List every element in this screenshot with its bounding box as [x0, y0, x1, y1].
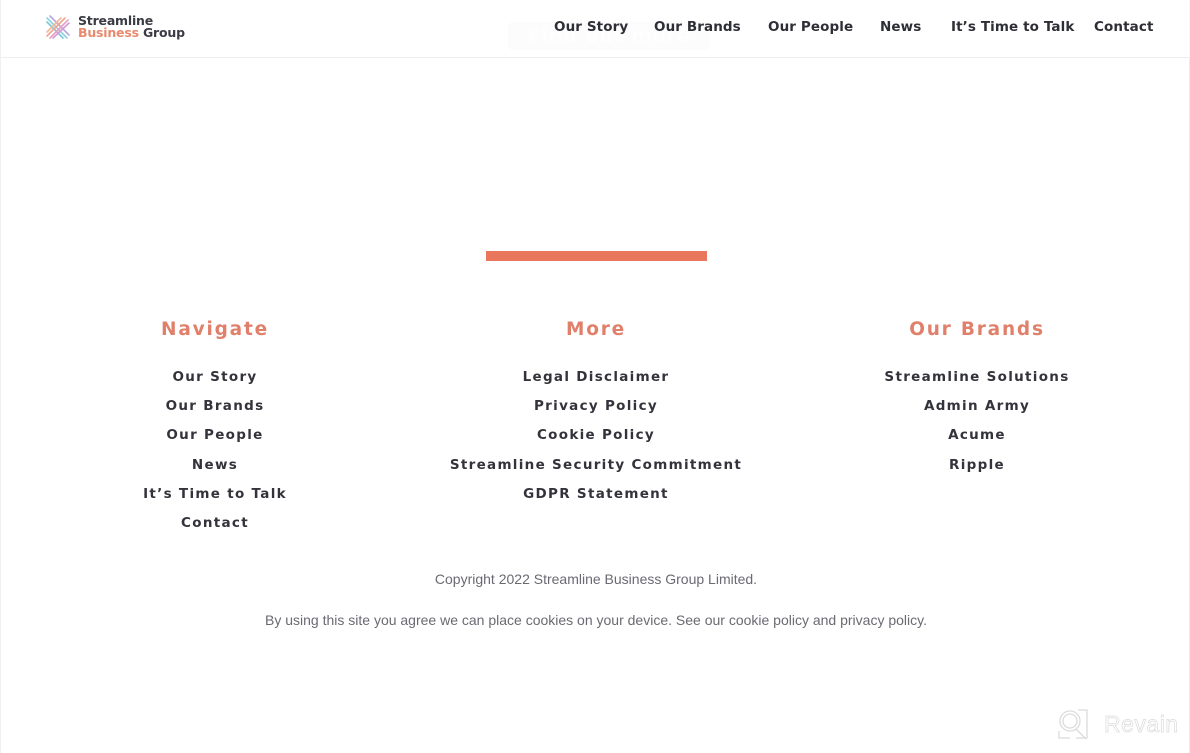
- footer-link-admin-army[interactable]: Admin Army: [924, 398, 1030, 414]
- page: Find out more Streamline Business Group: [0, 0, 1190, 753]
- nav-our-people[interactable]: Our People: [768, 19, 853, 35]
- nav-news[interactable]: News: [880, 19, 921, 35]
- nav-contact[interactable]: Contact: [1094, 19, 1154, 35]
- footer-link-acume[interactable]: Acume: [948, 427, 1006, 443]
- accent-divider: [486, 251, 707, 261]
- footer-link-our-people[interactable]: Our People: [166, 427, 263, 443]
- footer-link-security-commitment[interactable]: Streamline Security Commitment: [450, 457, 742, 473]
- nav-its-time-to-talk[interactable]: It’s Time to Talk: [951, 19, 1074, 35]
- column-title: Our Brands: [909, 319, 1045, 340]
- revain-watermark: Revain: [1056, 707, 1179, 741]
- footer-link-its-time-to-talk[interactable]: It’s Time to Talk: [143, 486, 287, 502]
- footer-column-brands: Our Brands Streamline Solutions Admin Ar…: [827, 318, 1127, 483]
- copyright-text: Copyright 2022 Streamline Business Group…: [434, 571, 758, 587]
- footer-link-gdpr-statement[interactable]: GDPR Statement: [523, 486, 669, 502]
- footer-link-news[interactable]: News: [192, 457, 238, 473]
- footer-link-contact[interactable]: Contact: [181, 515, 249, 531]
- footer-link-streamline-solutions[interactable]: Streamline Solutions: [884, 369, 1069, 385]
- revain-logo-icon: [1058, 709, 1088, 740]
- column-title: More: [566, 319, 626, 340]
- footer-link-legal-disclaimer[interactable]: Legal Disclaimer: [523, 369, 670, 385]
- cookie-notice: By using this site you agree we can plac…: [265, 612, 927, 628]
- main-nav: Our Story Our Brands Our People News It’…: [1, 19, 1190, 39]
- footer-link-our-brands[interactable]: Our Brands: [166, 398, 265, 414]
- footer-column-navigate: Navigate Our Story Our Brands Our People…: [65, 318, 365, 541]
- footer-link-cookie-policy[interactable]: Cookie Policy: [537, 427, 655, 443]
- revain-label: Revain: [1104, 710, 1179, 737]
- nav-our-story[interactable]: Our Story: [554, 19, 628, 35]
- footer-link-privacy-policy[interactable]: Privacy Policy: [534, 398, 658, 414]
- column-title: Navigate: [161, 319, 269, 340]
- nav-our-brands[interactable]: Our Brands: [654, 19, 741, 35]
- footer-column-more: More Legal Disclaimer Privacy Policy Coo…: [446, 318, 746, 512]
- footer-link-our-story[interactable]: Our Story: [172, 369, 257, 385]
- site-header: Streamline Business Group Our Story Our …: [1, 0, 1190, 58]
- footer-link-ripple[interactable]: Ripple: [949, 457, 1005, 473]
